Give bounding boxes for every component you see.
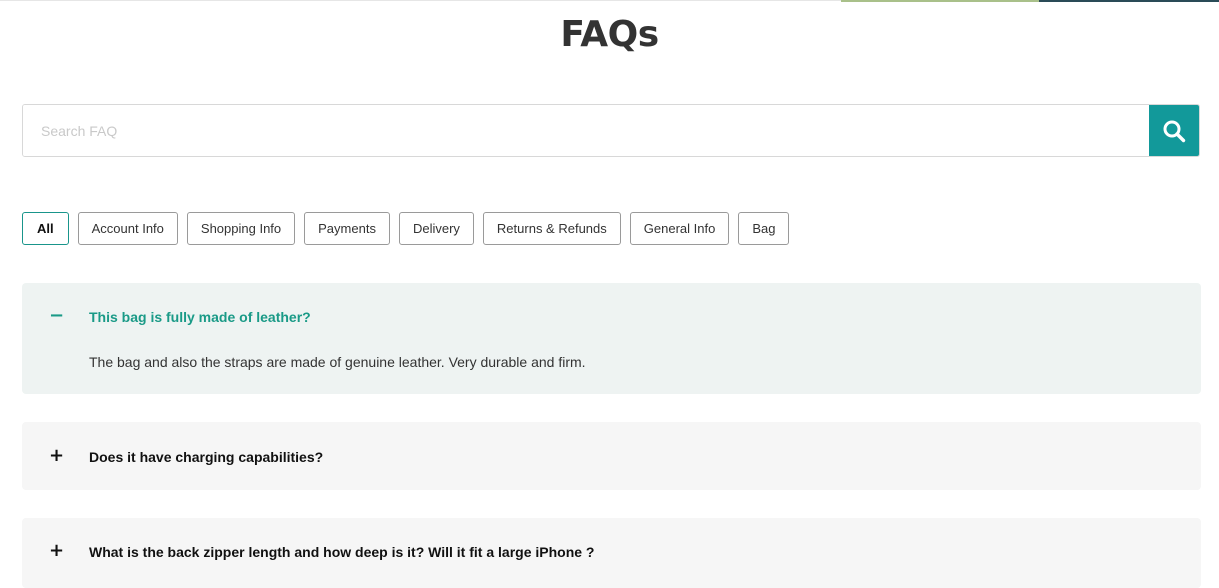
collapse-icon[interactable]: − <box>49 307 64 325</box>
faq-category-tabs: All Account Info Shopping Info Payments … <box>22 212 798 245</box>
tab-bag[interactable]: Bag <box>738 212 790 245</box>
expand-icon[interactable]: + <box>49 447 64 465</box>
faq-question[interactable]: Does it have charging capabilities? <box>89 449 323 465</box>
faq-answer: The bag and also the straps are made of … <box>89 354 586 370</box>
tab-all[interactable]: All <box>22 212 69 245</box>
faq-item[interactable]: + Does it have charging capabilities? <box>22 422 1201 490</box>
top-divider <box>0 0 1219 2</box>
tab-shopping-info[interactable]: Shopping Info <box>186 212 296 245</box>
page-title: FAQs <box>560 14 659 55</box>
tab-payments[interactable]: Payments <box>304 212 390 245</box>
faq-question[interactable]: What is the back zipper length and how d… <box>89 544 594 560</box>
search-button[interactable] <box>1149 105 1199 156</box>
tab-returns-refunds[interactable]: Returns & Refunds <box>482 212 621 245</box>
tab-general-info[interactable]: General Info <box>629 212 730 245</box>
search-icon <box>1163 120 1186 142</box>
faq-search <box>22 104 1200 157</box>
expand-icon[interactable]: + <box>49 542 64 560</box>
faq-question[interactable]: This bag is fully made of leather? <box>89 309 311 325</box>
tab-delivery[interactable]: Delivery <box>398 212 474 245</box>
top-accent-bar-green <box>841 0 1039 2</box>
faq-item-expanded[interactable]: − This bag is fully made of leather? The… <box>22 283 1201 394</box>
tab-account-info[interactable]: Account Info <box>77 212 178 245</box>
faq-item[interactable]: + What is the back zipper length and how… <box>22 518 1201 588</box>
search-input[interactable] <box>23 105 1149 156</box>
top-accent-bar-dark <box>1039 0 1219 2</box>
